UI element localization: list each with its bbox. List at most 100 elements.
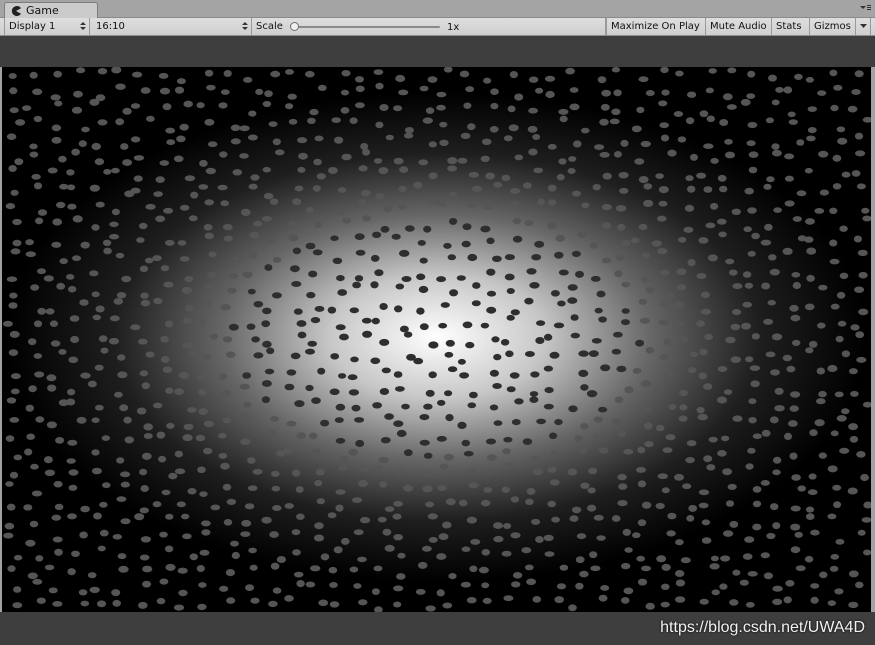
particle-dot: [142, 565, 153, 573]
particle-dot: [506, 314, 515, 321]
maximize-on-play-button[interactable]: Maximize On Play: [606, 18, 706, 35]
particle-dot: [569, 87, 579, 93]
particle-dot: [571, 250, 581, 257]
particle-dot: [355, 102, 365, 109]
particle-dot: [140, 299, 151, 307]
particle-dot: [177, 240, 187, 246]
particle-dot: [245, 584, 255, 591]
particle-dot: [830, 430, 839, 437]
particle-dot: [305, 348, 315, 355]
particle-dot: [635, 339, 645, 347]
particle-dot: [469, 565, 478, 573]
particle-dot: [531, 455, 540, 462]
particle-dot: [569, 103, 580, 111]
particle-dot: [481, 549, 491, 556]
gizmos-dropdown[interactable]: [856, 18, 871, 35]
particle-dot: [442, 602, 453, 609]
particle-dot: [806, 274, 815, 282]
particle-dot: [782, 354, 792, 362]
particle-dot: [22, 105, 32, 111]
particle-dot: [764, 223, 773, 231]
particle-dot: [465, 86, 475, 93]
particle-dot: [428, 141, 437, 148]
particle-dot: [28, 385, 37, 393]
particle-dot: [576, 533, 587, 540]
game-viewport[interactable]: [2, 67, 871, 612]
particle-dot: [25, 251, 36, 258]
particle-dot: [422, 545, 432, 552]
particle-dot: [662, 447, 673, 453]
scale-slider-thumb[interactable]: [290, 22, 299, 31]
particle-dot: [462, 321, 473, 329]
scale-slider-track[interactable]: [290, 26, 440, 28]
tab-game[interactable]: Game: [4, 2, 98, 18]
particle-dot: [460, 581, 471, 588]
particle-dot: [485, 438, 497, 445]
particle-dot: [774, 405, 785, 412]
particle-dot: [841, 408, 850, 415]
particle-dot: [339, 333, 349, 341]
particle-dot: [348, 448, 359, 456]
particle-dot: [506, 288, 515, 294]
particle-dot: [480, 322, 490, 329]
particle-dot: [183, 423, 194, 431]
particle-dot: [445, 498, 456, 506]
particle-dot: [362, 330, 373, 338]
particle-dot: [506, 386, 516, 393]
particle-dot: [855, 581, 864, 589]
particle-dot: [641, 380, 652, 388]
particle-dot: [110, 315, 120, 322]
particle-dot: [436, 276, 446, 283]
particle-dot: [355, 85, 365, 92]
particle-dot: [391, 233, 401, 240]
particle-dot: [225, 351, 236, 358]
particle-dot: [819, 571, 828, 579]
tab-menu-icon[interactable]: [858, 3, 872, 15]
particle-dot: [660, 269, 670, 276]
particle-dot: [504, 254, 515, 261]
particle-dot: [13, 586, 22, 593]
aspect-dropdown[interactable]: 16:10: [92, 18, 252, 35]
particle-dot: [805, 347, 814, 354]
particle-dot: [284, 595, 294, 602]
particle-dot: [335, 504, 344, 512]
particle-dot: [15, 119, 26, 126]
particle-dot: [661, 563, 671, 571]
display-dropdown[interactable]: Display 1: [4, 18, 90, 35]
particle-dot: [851, 170, 861, 177]
letterbox-top: [0, 36, 875, 67]
particle-dot: [95, 305, 105, 313]
particle-dot: [848, 423, 858, 431]
particle-dot: [163, 281, 174, 288]
particle-dot: [511, 419, 521, 426]
particle-dot: [93, 512, 102, 520]
particle-dot: [198, 388, 207, 396]
particle-dot: [416, 273, 426, 281]
particle-dot: [503, 523, 512, 529]
particle-dot: [138, 222, 148, 230]
particle-dot: [863, 549, 871, 556]
mute-audio-button[interactable]: Mute Audio: [706, 18, 772, 35]
particle-dot: [655, 173, 664, 179]
particle-dot: [619, 187, 629, 194]
particle-dot: [67, 388, 76, 396]
particle-dot: [470, 538, 481, 545]
particle-dot: [33, 115, 43, 123]
particle-dot: [436, 589, 445, 597]
aspect-label: 16:10: [96, 21, 125, 32]
particle-dot: [657, 248, 668, 255]
particle-dot: [621, 240, 631, 247]
particle-dot: [152, 501, 162, 508]
particle-dot: [855, 331, 865, 339]
stats-button[interactable]: Stats: [772, 18, 810, 35]
particle-dot: [201, 529, 211, 536]
particle-dot: [686, 515, 695, 522]
particle-dot: [242, 271, 253, 278]
particle-dot: [705, 222, 716, 229]
particle-dot: [46, 374, 57, 382]
particle-dot: [841, 350, 851, 358]
particle-dot: [327, 512, 337, 519]
particle-dot: [349, 307, 359, 314]
particle-dot: [33, 320, 43, 328]
gizmos-button[interactable]: Gizmos: [810, 18, 856, 35]
